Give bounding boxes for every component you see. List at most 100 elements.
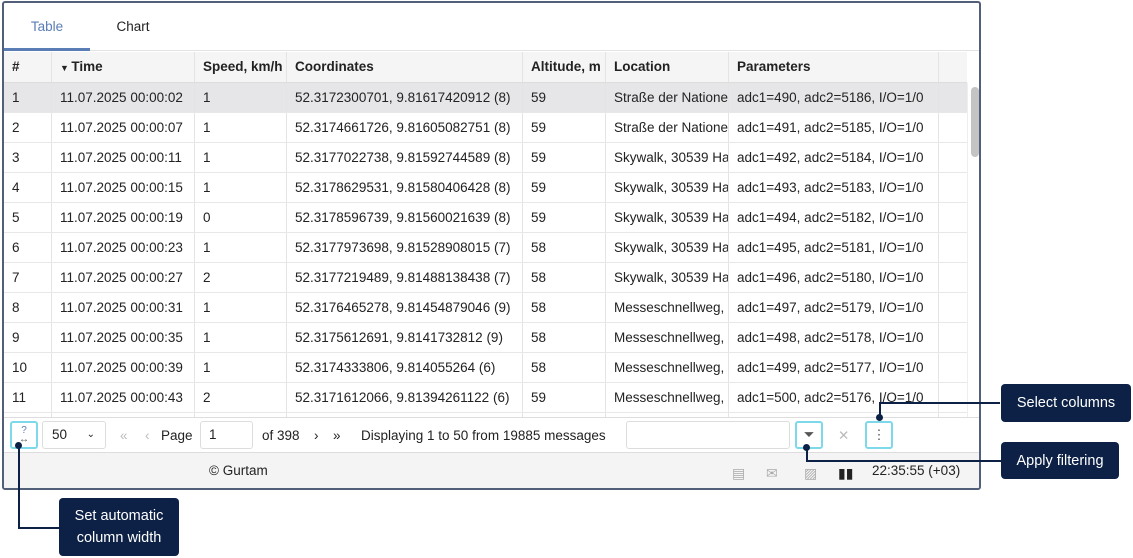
cell-number: 9 (4, 323, 52, 352)
page-input[interactable]: 1 (200, 421, 253, 449)
cell-coordinates: 52.3178596739, 9.81560021639 (8) (287, 203, 523, 232)
copyright: © Gurtam (209, 463, 268, 478)
table-row[interactable]: 8 11.07.2025 00:00:31 1 52.3176465278, 9.81… (4, 293, 967, 323)
clear-filter-icon[interactable]: ✕ (838, 418, 849, 454)
cell-altitude: 58 (523, 293, 606, 322)
tab-chart[interactable]: Chart (90, 3, 176, 51)
cell-parameters: adc1=499, adc2=5177, I/O=1/0 (729, 353, 939, 382)
cell-time: 11.07.2025 00:00:39 (52, 353, 195, 382)
cell-number: 4 (4, 173, 52, 202)
table-row[interactable]: 3 11.07.2025 00:00:11 1 52.3177022738, 9.81… (4, 143, 967, 173)
cell-speed: 0 (195, 203, 287, 232)
funnel-icon: ⏷ (803, 427, 815, 442)
table-row[interactable]: 7 11.07.2025 00:00:27 2 52.3177219489, 9.81… (4, 263, 967, 293)
table-row[interactable]: 6 11.07.2025 00:00:23 1 52.3177973698, 9.81… (4, 233, 967, 263)
cell-parameters: adc1=492, adc2=5184, I/O=1/0 (729, 143, 939, 172)
cell-location: Straße der Nationen (606, 113, 729, 142)
cell-altitude: 59 (523, 203, 606, 232)
cell-parameters: adc1=500, adc2=5176, I/O=1/0 (729, 383, 939, 412)
callout-auto-width: Set automatic column width (59, 498, 179, 556)
cell-altitude: 59 (523, 83, 606, 112)
column-header-altitude[interactable]: Altitude, m (523, 52, 606, 82)
cell-spacer (939, 173, 967, 202)
cell-location: Skywalk, 30539 Ha (606, 233, 729, 262)
cell-time: 11.07.2025 00:00:31 (52, 293, 195, 322)
cell-spacer (939, 353, 967, 382)
cell-altitude: 59 (523, 113, 606, 142)
cell-number: 2 (4, 113, 52, 142)
cell-parameters: adc1=493, adc2=5183, I/O=1/0 (729, 173, 939, 202)
cell-time: 11.07.2025 00:00:43 (52, 383, 195, 412)
mail-forward-icon[interactable]: ✉ (766, 465, 778, 482)
column-header-speed[interactable]: Speed, km/h (195, 52, 287, 82)
column-header-spacer (939, 52, 967, 82)
table-row[interactable]: 10 11.07.2025 00:00:39 1 52.3174333806, 9.8… (4, 353, 967, 383)
message-icon[interactable]: ▤ (732, 465, 745, 482)
cell-spacer (939, 113, 967, 142)
cell-parameters: adc1=494, adc2=5182, I/O=1/0 (729, 203, 939, 232)
messages-table: # ▼ Time Speed, km/h Coordinates Altitud… (4, 52, 967, 417)
tab-table[interactable]: Table (4, 3, 90, 51)
cell-coordinates: 52.3174661726, 9.81605082751 (8) (287, 113, 523, 142)
cell-coordinates: 52.3177022738, 9.81592744589 (8) (287, 143, 523, 172)
prev-page-icon[interactable]: ‹ (145, 418, 150, 454)
first-page-icon[interactable]: « (120, 418, 128, 454)
cell-coordinates: 52.3177219489, 9.81488138438 (7) (287, 263, 523, 292)
cell-spacer (939, 323, 967, 352)
table-body: 1 11.07.2025 00:00:02 1 52.3172300701, 9.81… (4, 83, 967, 417)
layout-icon[interactable]: ▮▮ (838, 465, 853, 482)
cell-spacer (939, 233, 967, 262)
column-header-coordinates[interactable]: Coordinates (287, 52, 523, 82)
page-size-select[interactable]: 50 ⌄ (42, 421, 106, 449)
filter-input[interactable] (626, 421, 790, 449)
cell-coordinates: 52.3178629531, 9.81580406428 (8) (287, 173, 523, 202)
cell-speed: 1 (195, 293, 287, 322)
column-header-number[interactable]: # (4, 52, 52, 82)
cell-spacer (939, 203, 967, 232)
column-header-location[interactable]: Location (606, 52, 729, 82)
column-header-time[interactable]: ▼ Time (52, 52, 195, 82)
table-row[interactable]: 5 11.07.2025 00:00:19 0 52.3178596739, 9.81… (4, 203, 967, 233)
next-page-icon[interactable]: › (314, 418, 319, 454)
status-footer: © Gurtam ▤ ✉ ▨ ▮▮ 22:35:55 (+03) (4, 453, 979, 488)
scrollbar-thumb[interactable] (971, 87, 979, 157)
table-row[interactable]: 4 11.07.2025 00:00:15 1 52.3178629531, 9.81… (4, 173, 967, 203)
table-row[interactable]: 11 11.07.2025 00:00:43 2 52.3171612066, 9.8… (4, 383, 967, 413)
cell-parameters: adc1=495, adc2=5181, I/O=1/0 (729, 233, 939, 262)
cell-altitude: 58 (523, 263, 606, 292)
cell-parameters: adc1=498, adc2=5178, I/O=1/0 (729, 323, 939, 352)
column-header-parameters[interactable]: Parameters (729, 52, 939, 82)
cell-spacer (939, 83, 967, 112)
callout-apply-filtering: Apply filtering (1001, 442, 1119, 479)
cell-speed: 1 (195, 143, 287, 172)
cell-location: Skywalk, 30539 Ha (606, 143, 729, 172)
cell-time: 11.07.2025 00:00:35 (52, 323, 195, 352)
page-label: Page (161, 428, 193, 443)
vertical-scrollbar[interactable] (967, 83, 979, 417)
cell-number: 3 (4, 143, 52, 172)
messages-window: Table Chart # ▼ Time Speed, km/h Coordin… (2, 1, 981, 490)
cell-time: 11.07.2025 00:00:07 (52, 113, 195, 142)
select-columns-button[interactable]: ⋮ (865, 421, 893, 449)
cell-speed: 2 (195, 383, 287, 412)
cell-location: Skywalk, 30539 Ha (606, 203, 729, 232)
table-row[interactable]: 2 11.07.2025 00:00:07 1 52.3174661726, 9.81… (4, 113, 967, 143)
cell-speed: 1 (195, 323, 287, 352)
cell-coordinates: 52.3172300701, 9.81617420912 (8) (287, 83, 523, 112)
cell-altitude: 59 (523, 173, 606, 202)
cell-time: 11.07.2025 00:00:23 (52, 233, 195, 262)
cell-location: Messeschnellweg, (606, 353, 729, 382)
cell-coordinates: 52.3177973698, 9.81528908015 (7) (287, 233, 523, 262)
cell-parameters: adc1=496, adc2=5180, I/O=1/0 (729, 263, 939, 292)
cell-speed: 1 (195, 233, 287, 262)
cell-parameters: adc1=497, adc2=5179, I/O=1/0 (729, 293, 939, 322)
image-icon[interactable]: ▨ (804, 465, 817, 482)
cell-location: Messeschnellweg, (606, 293, 729, 322)
table-row[interactable]: 1 11.07.2025 00:00:02 1 52.3172300701, 9.81… (4, 83, 967, 113)
table-row[interactable]: 9 11.07.2025 00:00:35 1 52.3175612691, 9.81… (4, 323, 967, 353)
cell-speed: 2 (195, 263, 287, 292)
callout-select-columns: Select columns (1001, 384, 1131, 422)
chevron-down-icon: ⌄ (86, 429, 95, 440)
cell-altitude: 59 (523, 383, 606, 412)
last-page-icon[interactable]: » (333, 418, 341, 454)
